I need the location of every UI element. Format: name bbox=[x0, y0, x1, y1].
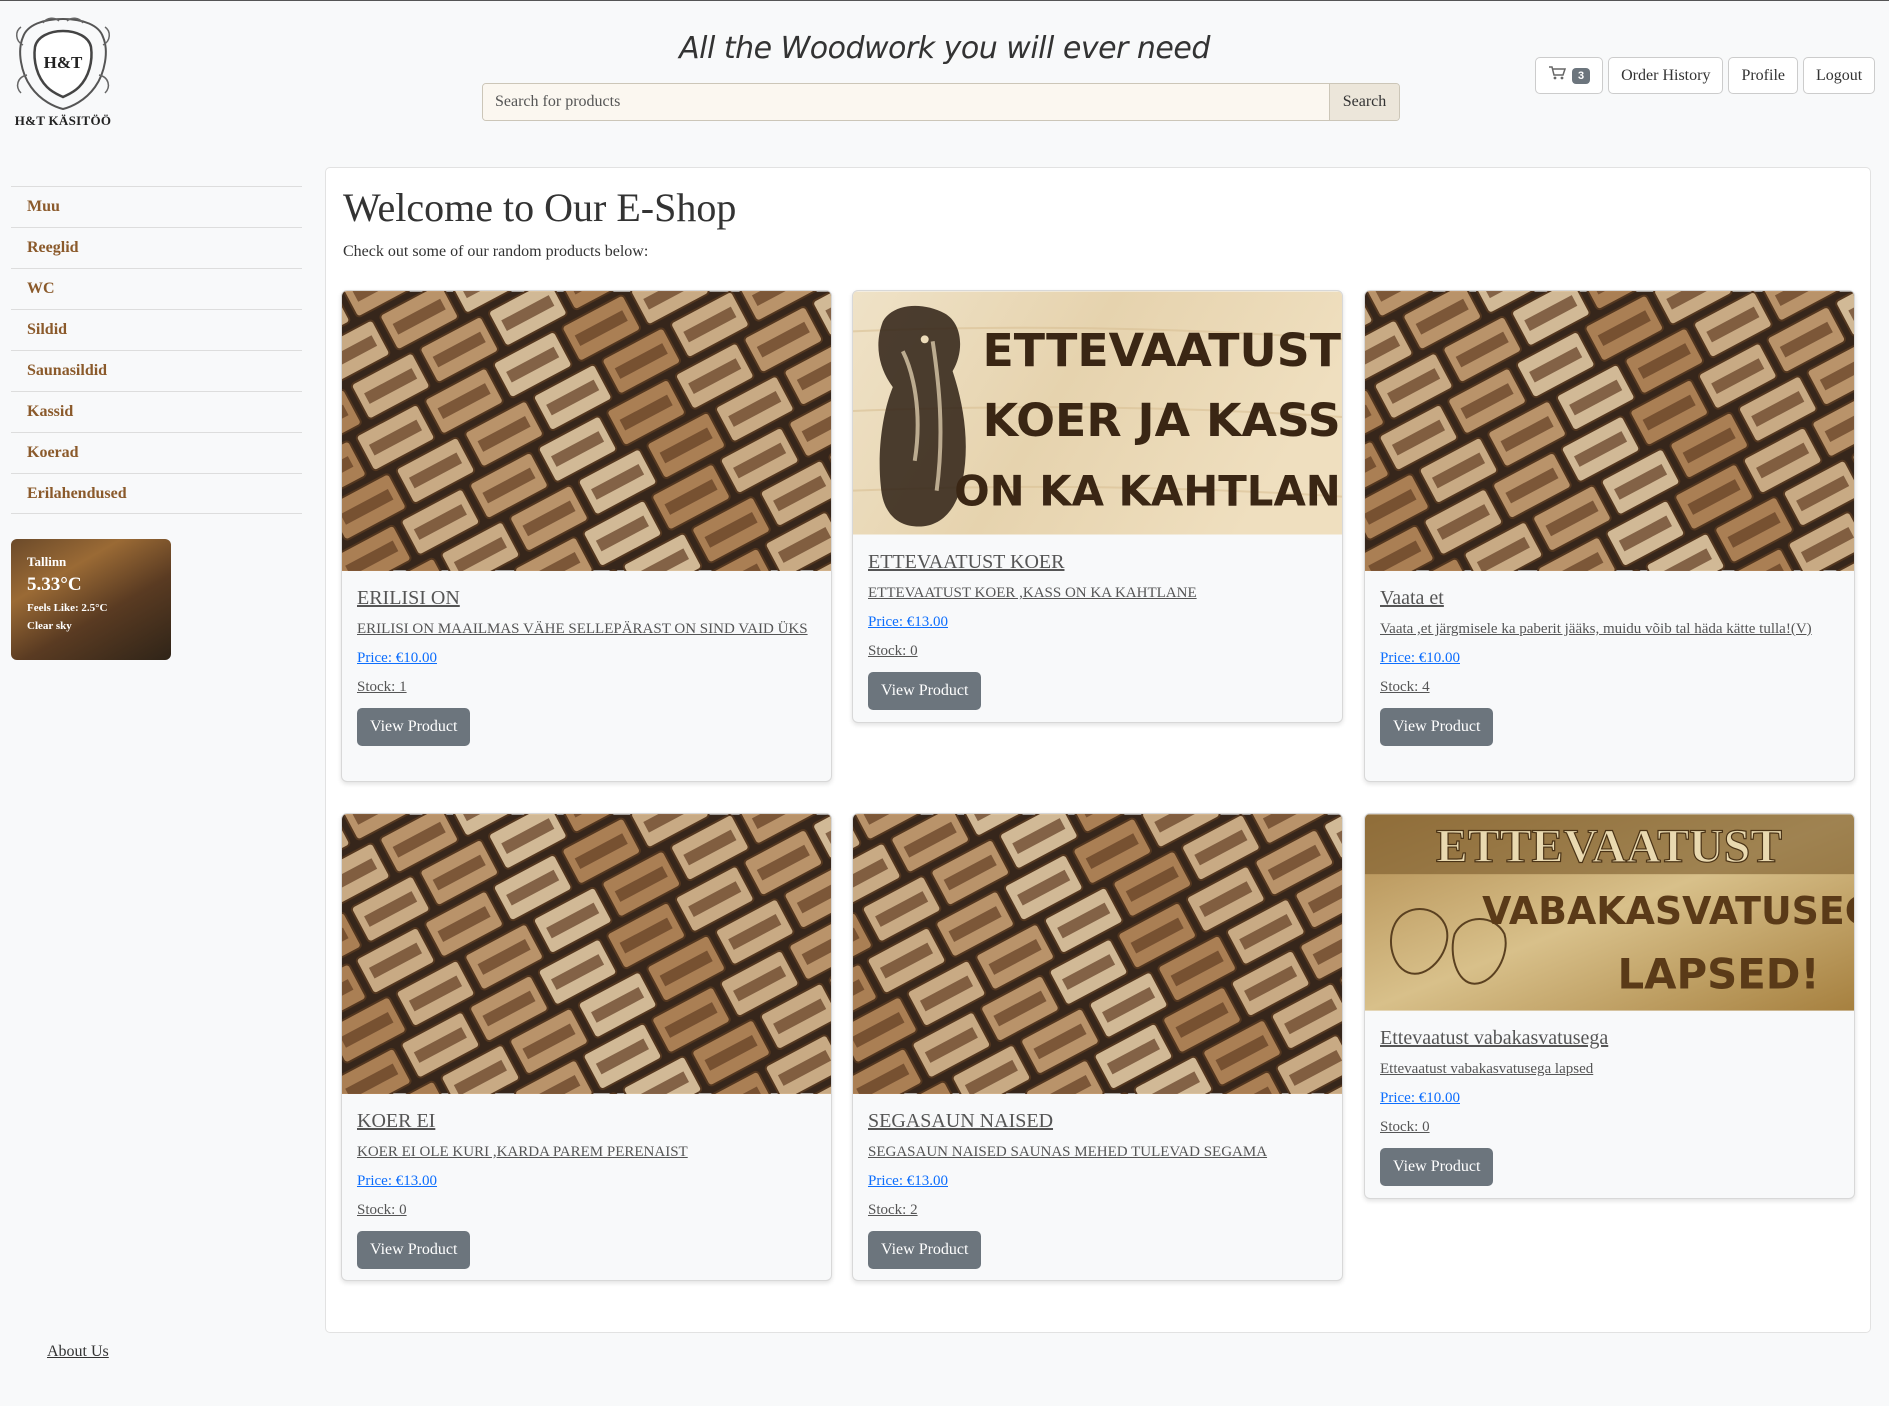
product-description[interactable]: ERILISI ON MAAILMAS VÄHE SELLEPÄRAST ON … bbox=[357, 617, 816, 641]
sidebar-item-erilahendused[interactable]: Erilahendused bbox=[11, 473, 302, 514]
product-image[interactable] bbox=[1365, 291, 1854, 571]
product-price[interactable]: Price: €10.00 bbox=[357, 646, 816, 670]
shopping-cart-icon bbox=[1548, 66, 1567, 85]
product-card: KOER EI KOER EI OLE KURI ,KARDA PAREM PE… bbox=[341, 813, 832, 1281]
weather-feels-like: Feels Like: 2.5°C bbox=[27, 602, 108, 614]
weather-city: Tallinn bbox=[27, 554, 67, 569]
product-image[interactable] bbox=[342, 291, 831, 571]
product-stock[interactable]: Stock: 0 bbox=[868, 639, 1327, 663]
sidebar-item-wc[interactable]: WC bbox=[11, 268, 302, 309]
product-card: ETTEVAATUST KOER JA KASS ON KA KAHTLANE … bbox=[852, 290, 1343, 723]
product-description[interactable]: Vaata ,et järgmisele ka paberit jääks, m… bbox=[1380, 617, 1839, 641]
product-description[interactable]: KOER EI OLE KURI ,KARDA PAREM PERENAIST bbox=[357, 1140, 816, 1164]
product-title[interactable]: SEGASAUN NAISED bbox=[868, 1108, 1327, 1134]
view-product-button[interactable]: View Product bbox=[1380, 708, 1494, 746]
product-title[interactable]: Vaata et bbox=[1380, 585, 1839, 611]
product-title[interactable]: KOER EI bbox=[357, 1108, 816, 1134]
product-title[interactable]: ETTEVAATUST KOER bbox=[868, 549, 1327, 575]
sign-line-2: VABAKASVATUSEGA bbox=[1482, 889, 1854, 933]
top-nav: 3 Order History Profile Logout bbox=[1535, 57, 1876, 94]
product-title[interactable]: Ettevaatust vabakasvatusega bbox=[1380, 1025, 1839, 1051]
sign-line-1: ETTEVAATUST bbox=[983, 323, 1341, 377]
page-title: Welcome to Our E-Shop bbox=[343, 185, 737, 230]
search-button[interactable]: Search bbox=[1329, 84, 1399, 120]
product-stock[interactable]: Stock: 4 bbox=[1380, 675, 1839, 699]
search-input[interactable] bbox=[483, 84, 1329, 120]
cart-count-badge: 3 bbox=[1572, 67, 1591, 84]
sidebar: Muu Reeglid WC Sildid Saunasildid Kassid… bbox=[11, 186, 302, 514]
weather-condition: Clear sky bbox=[27, 620, 72, 632]
sign-line-1: ETTEVAATUST bbox=[1436, 820, 1782, 873]
sidebar-item-koerad[interactable]: Koerad bbox=[11, 432, 302, 473]
page-subtitle: Check out some of our random products be… bbox=[343, 243, 649, 260]
product-price[interactable]: Price: €10.00 bbox=[1380, 646, 1839, 670]
sidebar-item-kassid[interactable]: Kassid bbox=[11, 391, 302, 432]
product-description[interactable]: Ettevaatust vabakasvatusega lapsed bbox=[1380, 1057, 1839, 1081]
product-card: SEGASAUN NAISED SEGASAUN NAISED SAUNAS M… bbox=[852, 813, 1343, 1281]
product-stock[interactable]: Stock: 2 bbox=[868, 1198, 1327, 1222]
product-image[interactable] bbox=[853, 814, 1342, 1094]
logo-text: H&T KÄSITÖÖ bbox=[14, 113, 112, 128]
weather-widget: Tallinn 5.33°C Feels Like: 2.5°C Clear s… bbox=[11, 539, 171, 660]
sign-line-3: ON KA KAHTLANE bbox=[954, 467, 1342, 516]
product-card: ETTEVAATUST VABAKASVATUSEGA LAPSED! Ette… bbox=[1364, 813, 1855, 1199]
view-product-button[interactable]: View Product bbox=[357, 1231, 471, 1269]
product-stock[interactable]: Stock: 1 bbox=[357, 675, 816, 699]
weather-temp: 5.33°C bbox=[27, 574, 82, 595]
product-title[interactable]: ERILISI ON bbox=[357, 585, 816, 611]
sidebar-item-muu[interactable]: Muu bbox=[11, 186, 302, 227]
order-history-button[interactable]: Order History bbox=[1608, 57, 1724, 94]
logout-button[interactable]: Logout bbox=[1802, 57, 1876, 94]
product-image[interactable]: ETTEVAATUST KOER JA KASS ON KA KAHTLANE bbox=[853, 291, 1342, 535]
sign-line-3: LAPSED! bbox=[1617, 950, 1819, 999]
product-image[interactable]: ETTEVAATUST VABAKASVATUSEGA LAPSED! bbox=[1365, 814, 1854, 1011]
product-card: Vaata et Vaata ,et järgmisele ka paberit… bbox=[1364, 290, 1855, 782]
view-product-button[interactable]: View Product bbox=[357, 708, 471, 746]
product-card: ERILISI ON ERILISI ON MAAILMAS VÄHE SELL… bbox=[341, 290, 832, 782]
cart-button[interactable]: 3 bbox=[1535, 57, 1604, 94]
view-product-button[interactable]: View Product bbox=[1380, 1148, 1494, 1186]
profile-button[interactable]: Profile bbox=[1728, 57, 1798, 94]
about-us-link[interactable]: About Us bbox=[47, 1343, 109, 1361]
view-product-button[interactable]: View Product bbox=[868, 1231, 982, 1269]
search-bar: Search bbox=[482, 83, 1400, 121]
sidebar-item-saunasildid[interactable]: Saunasildid bbox=[11, 350, 302, 391]
product-price[interactable]: Price: €13.00 bbox=[868, 1169, 1327, 1193]
product-image[interactable] bbox=[342, 814, 831, 1094]
product-price[interactable]: Price: €13.00 bbox=[868, 610, 1327, 634]
product-price[interactable]: Price: €10.00 bbox=[1380, 1086, 1839, 1110]
sidebar-item-reeglid[interactable]: Reeglid bbox=[11, 227, 302, 268]
sidebar-item-sildid[interactable]: Sildid bbox=[11, 309, 302, 350]
product-stock[interactable]: Stock: 0 bbox=[1380, 1115, 1839, 1139]
product-description[interactable]: ETTEVAATUST KOER ,KASS ON KA KAHTLANE bbox=[868, 581, 1327, 605]
product-stock[interactable]: Stock: 0 bbox=[357, 1198, 816, 1222]
product-description[interactable]: SEGASAUN NAISED SAUNAS MEHED TULEVAD SEG… bbox=[868, 1140, 1327, 1164]
sign-line-2: KOER JA KASS bbox=[983, 393, 1341, 447]
view-product-button[interactable]: View Product bbox=[868, 672, 982, 710]
product-price[interactable]: Price: €13.00 bbox=[357, 1169, 816, 1193]
